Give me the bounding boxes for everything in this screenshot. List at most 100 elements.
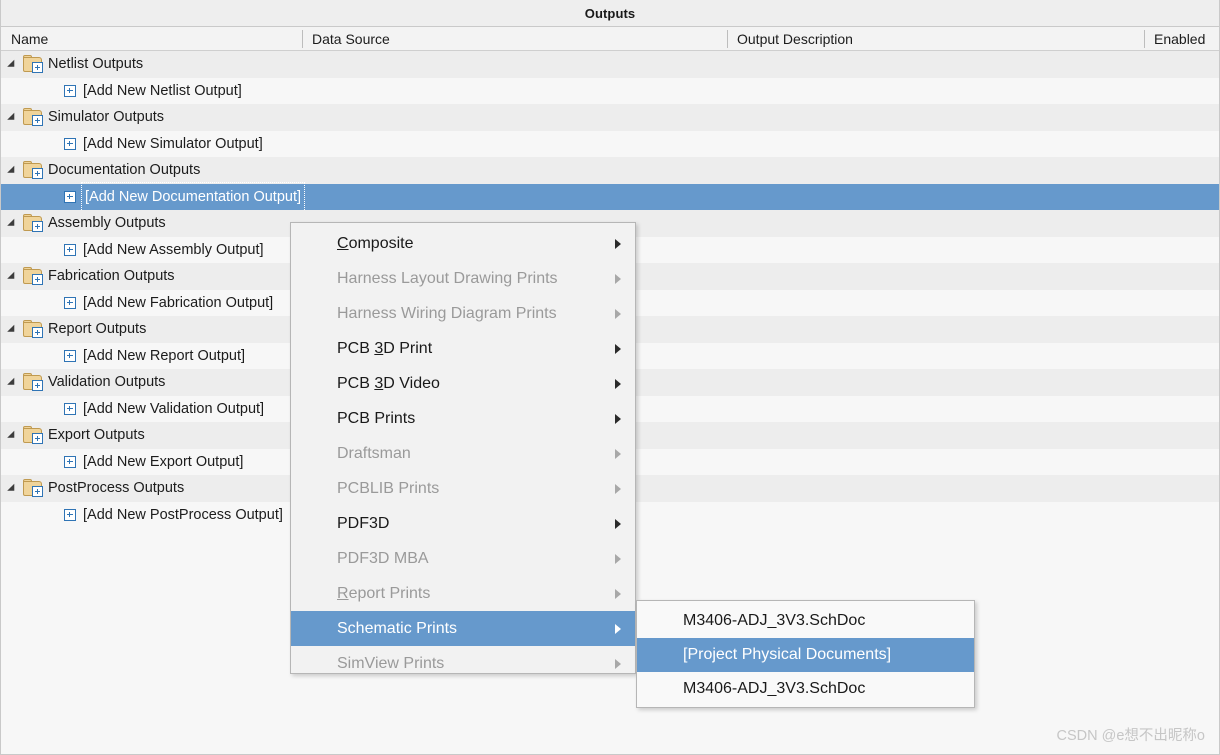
menu-item-label: Composite bbox=[337, 235, 413, 253]
tree-row-label: Fabrication Outputs bbox=[48, 263, 175, 290]
submenu-arrow-icon bbox=[615, 589, 621, 599]
expand-collapse-triangle-icon[interactable] bbox=[1, 263, 23, 290]
column-header-row: Name Data Source Output Description Enab… bbox=[1, 27, 1219, 51]
tree-row-label: [Add New Fabrication Output] bbox=[83, 290, 273, 317]
outputs-window: Outputs Name Data Source Output Descript… bbox=[0, 0, 1220, 755]
menu-item[interactable]: PCB 3D Print bbox=[291, 331, 635, 366]
submenu-arrow-icon bbox=[615, 519, 621, 529]
expand-collapse-triangle-icon[interactable] bbox=[1, 475, 23, 502]
add-item-icon[interactable] bbox=[64, 85, 76, 97]
submenu-item-label: M3406-ADJ_3V3.SchDoc bbox=[683, 612, 865, 630]
expand-collapse-triangle-icon[interactable] bbox=[1, 104, 23, 131]
tree-group-row[interactable]: Simulator Outputs bbox=[1, 104, 1219, 131]
submenu-item-label: [Project Physical Documents] bbox=[683, 646, 891, 664]
tree-row-label: [Add New Netlist Output] bbox=[83, 78, 242, 105]
menu-item[interactable]: Schematic Prints bbox=[291, 611, 635, 646]
context-menu: Composite Harness Layout Drawing Prints Ha… bbox=[290, 222, 636, 674]
menu-item-label: PDF3D bbox=[337, 515, 389, 533]
submenu-arrow-icon bbox=[615, 239, 621, 249]
tree-row-label: Assembly Outputs bbox=[48, 210, 166, 237]
tree-row-label: [Add New Export Output] bbox=[83, 449, 243, 476]
submenu-arrow-icon bbox=[615, 309, 621, 319]
tree-item-row[interactable]: [Add New Netlist Output] bbox=[1, 78, 1219, 105]
folder-add-icon bbox=[23, 322, 42, 337]
tree-row-label: Documentation Outputs bbox=[48, 157, 200, 184]
menu-item[interactable]: PDF3D bbox=[291, 506, 635, 541]
column-header-name[interactable]: Name bbox=[1, 27, 302, 51]
submenu-arrow-icon bbox=[615, 449, 621, 459]
watermark: CSDN @e想不出昵称o bbox=[1057, 724, 1205, 745]
add-item-icon[interactable] bbox=[64, 403, 76, 415]
menu-item: Harness Layout Drawing Prints bbox=[291, 261, 635, 296]
folder-add-icon bbox=[23, 216, 42, 231]
expand-collapse-triangle-icon[interactable] bbox=[1, 51, 23, 78]
folder-add-icon bbox=[23, 163, 42, 178]
add-item-icon[interactable] bbox=[64, 350, 76, 362]
tree-group-row[interactable]: Netlist Outputs bbox=[1, 51, 1219, 78]
submenu-arrow-icon bbox=[615, 554, 621, 564]
tree-row-label: [Add New Simulator Output] bbox=[83, 131, 263, 158]
menu-item-label: Schematic Prints bbox=[337, 620, 457, 638]
menu-item: PCBLIB Prints bbox=[291, 471, 635, 506]
menu-item-label: SimView Prints bbox=[337, 655, 444, 673]
menu-item[interactable]: Composite bbox=[291, 226, 635, 261]
tree-row-label: [Add New PostProcess Output] bbox=[83, 502, 283, 529]
folder-add-icon bbox=[23, 428, 42, 443]
menu-item: PDF3D MBA bbox=[291, 541, 635, 576]
folder-add-icon bbox=[23, 481, 42, 496]
menu-item: Harness Wiring Diagram Prints bbox=[291, 296, 635, 331]
menu-item-label: Draftsman bbox=[337, 445, 411, 463]
menu-item: Report Prints bbox=[291, 576, 635, 611]
add-item-icon[interactable] bbox=[64, 191, 76, 203]
add-item-icon[interactable] bbox=[64, 509, 76, 521]
tree-row-label: [Add New Documentation Output] bbox=[83, 184, 303, 211]
page-title: Outputs bbox=[585, 6, 636, 21]
folder-add-icon bbox=[23, 375, 42, 390]
window-titlebar: Outputs bbox=[1, 0, 1219, 27]
expand-collapse-triangle-icon[interactable] bbox=[1, 369, 23, 396]
submenu-item[interactable]: [Project Physical Documents] bbox=[637, 638, 974, 672]
expand-collapse-triangle-icon[interactable] bbox=[1, 210, 23, 237]
schematic-prints-submenu: M3406-ADJ_3V3.SchDoc [Project Physical Do… bbox=[636, 600, 975, 708]
tree-item-row[interactable]: [Add New Documentation Output] bbox=[1, 184, 1219, 211]
submenu-arrow-icon bbox=[615, 379, 621, 389]
menu-item: Draftsman bbox=[291, 436, 635, 471]
menu-item-label: PDF3D MBA bbox=[337, 550, 429, 568]
column-header-data-source[interactable]: Data Source bbox=[302, 27, 727, 51]
tree-row-label: Validation Outputs bbox=[48, 369, 165, 396]
folder-add-icon bbox=[23, 269, 42, 284]
menu-item-label: PCBLIB Prints bbox=[337, 480, 439, 498]
add-item-icon[interactable] bbox=[64, 244, 76, 256]
submenu-arrow-icon bbox=[615, 659, 621, 669]
menu-item-label: PCB Prints bbox=[337, 410, 415, 428]
submenu-item[interactable]: M3406-ADJ_3V3.SchDoc bbox=[637, 672, 974, 706]
submenu-item-label: M3406-ADJ_3V3.SchDoc bbox=[683, 680, 865, 698]
menu-item: SimView Prints bbox=[291, 646, 635, 681]
submenu-arrow-icon bbox=[615, 344, 621, 354]
column-header-output-description[interactable]: Output Description bbox=[727, 27, 1144, 51]
menu-item-label: PCB 3D Print bbox=[337, 340, 432, 358]
menu-item[interactable]: PCB 3D Video bbox=[291, 366, 635, 401]
add-item-icon[interactable] bbox=[64, 297, 76, 309]
tree-item-row[interactable]: [Add New Simulator Output] bbox=[1, 131, 1219, 158]
folder-add-icon bbox=[23, 57, 42, 72]
tree-row-label: [Add New Validation Output] bbox=[83, 396, 264, 423]
menu-item-label: Report Prints bbox=[337, 585, 430, 603]
tree-group-row[interactable]: Documentation Outputs bbox=[1, 157, 1219, 184]
submenu-arrow-icon bbox=[615, 484, 621, 494]
submenu-arrow-icon bbox=[615, 274, 621, 284]
tree-row-label: PostProcess Outputs bbox=[48, 475, 184, 502]
menu-item[interactable]: PCB Prints bbox=[291, 401, 635, 436]
submenu-item[interactable]: M3406-ADJ_3V3.SchDoc bbox=[637, 604, 974, 638]
tree-row-label: Simulator Outputs bbox=[48, 104, 164, 131]
column-header-enabled[interactable]: Enabled bbox=[1144, 27, 1219, 51]
tree-row-label: [Add New Assembly Output] bbox=[83, 237, 264, 264]
menu-item-label: Harness Wiring Diagram Prints bbox=[337, 305, 557, 323]
expand-collapse-triangle-icon[interactable] bbox=[1, 157, 23, 184]
submenu-arrow-icon bbox=[615, 624, 621, 634]
tree-row-label: Export Outputs bbox=[48, 422, 145, 449]
expand-collapse-triangle-icon[interactable] bbox=[1, 422, 23, 449]
add-item-icon[interactable] bbox=[64, 138, 76, 150]
expand-collapse-triangle-icon[interactable] bbox=[1, 316, 23, 343]
add-item-icon[interactable] bbox=[64, 456, 76, 468]
